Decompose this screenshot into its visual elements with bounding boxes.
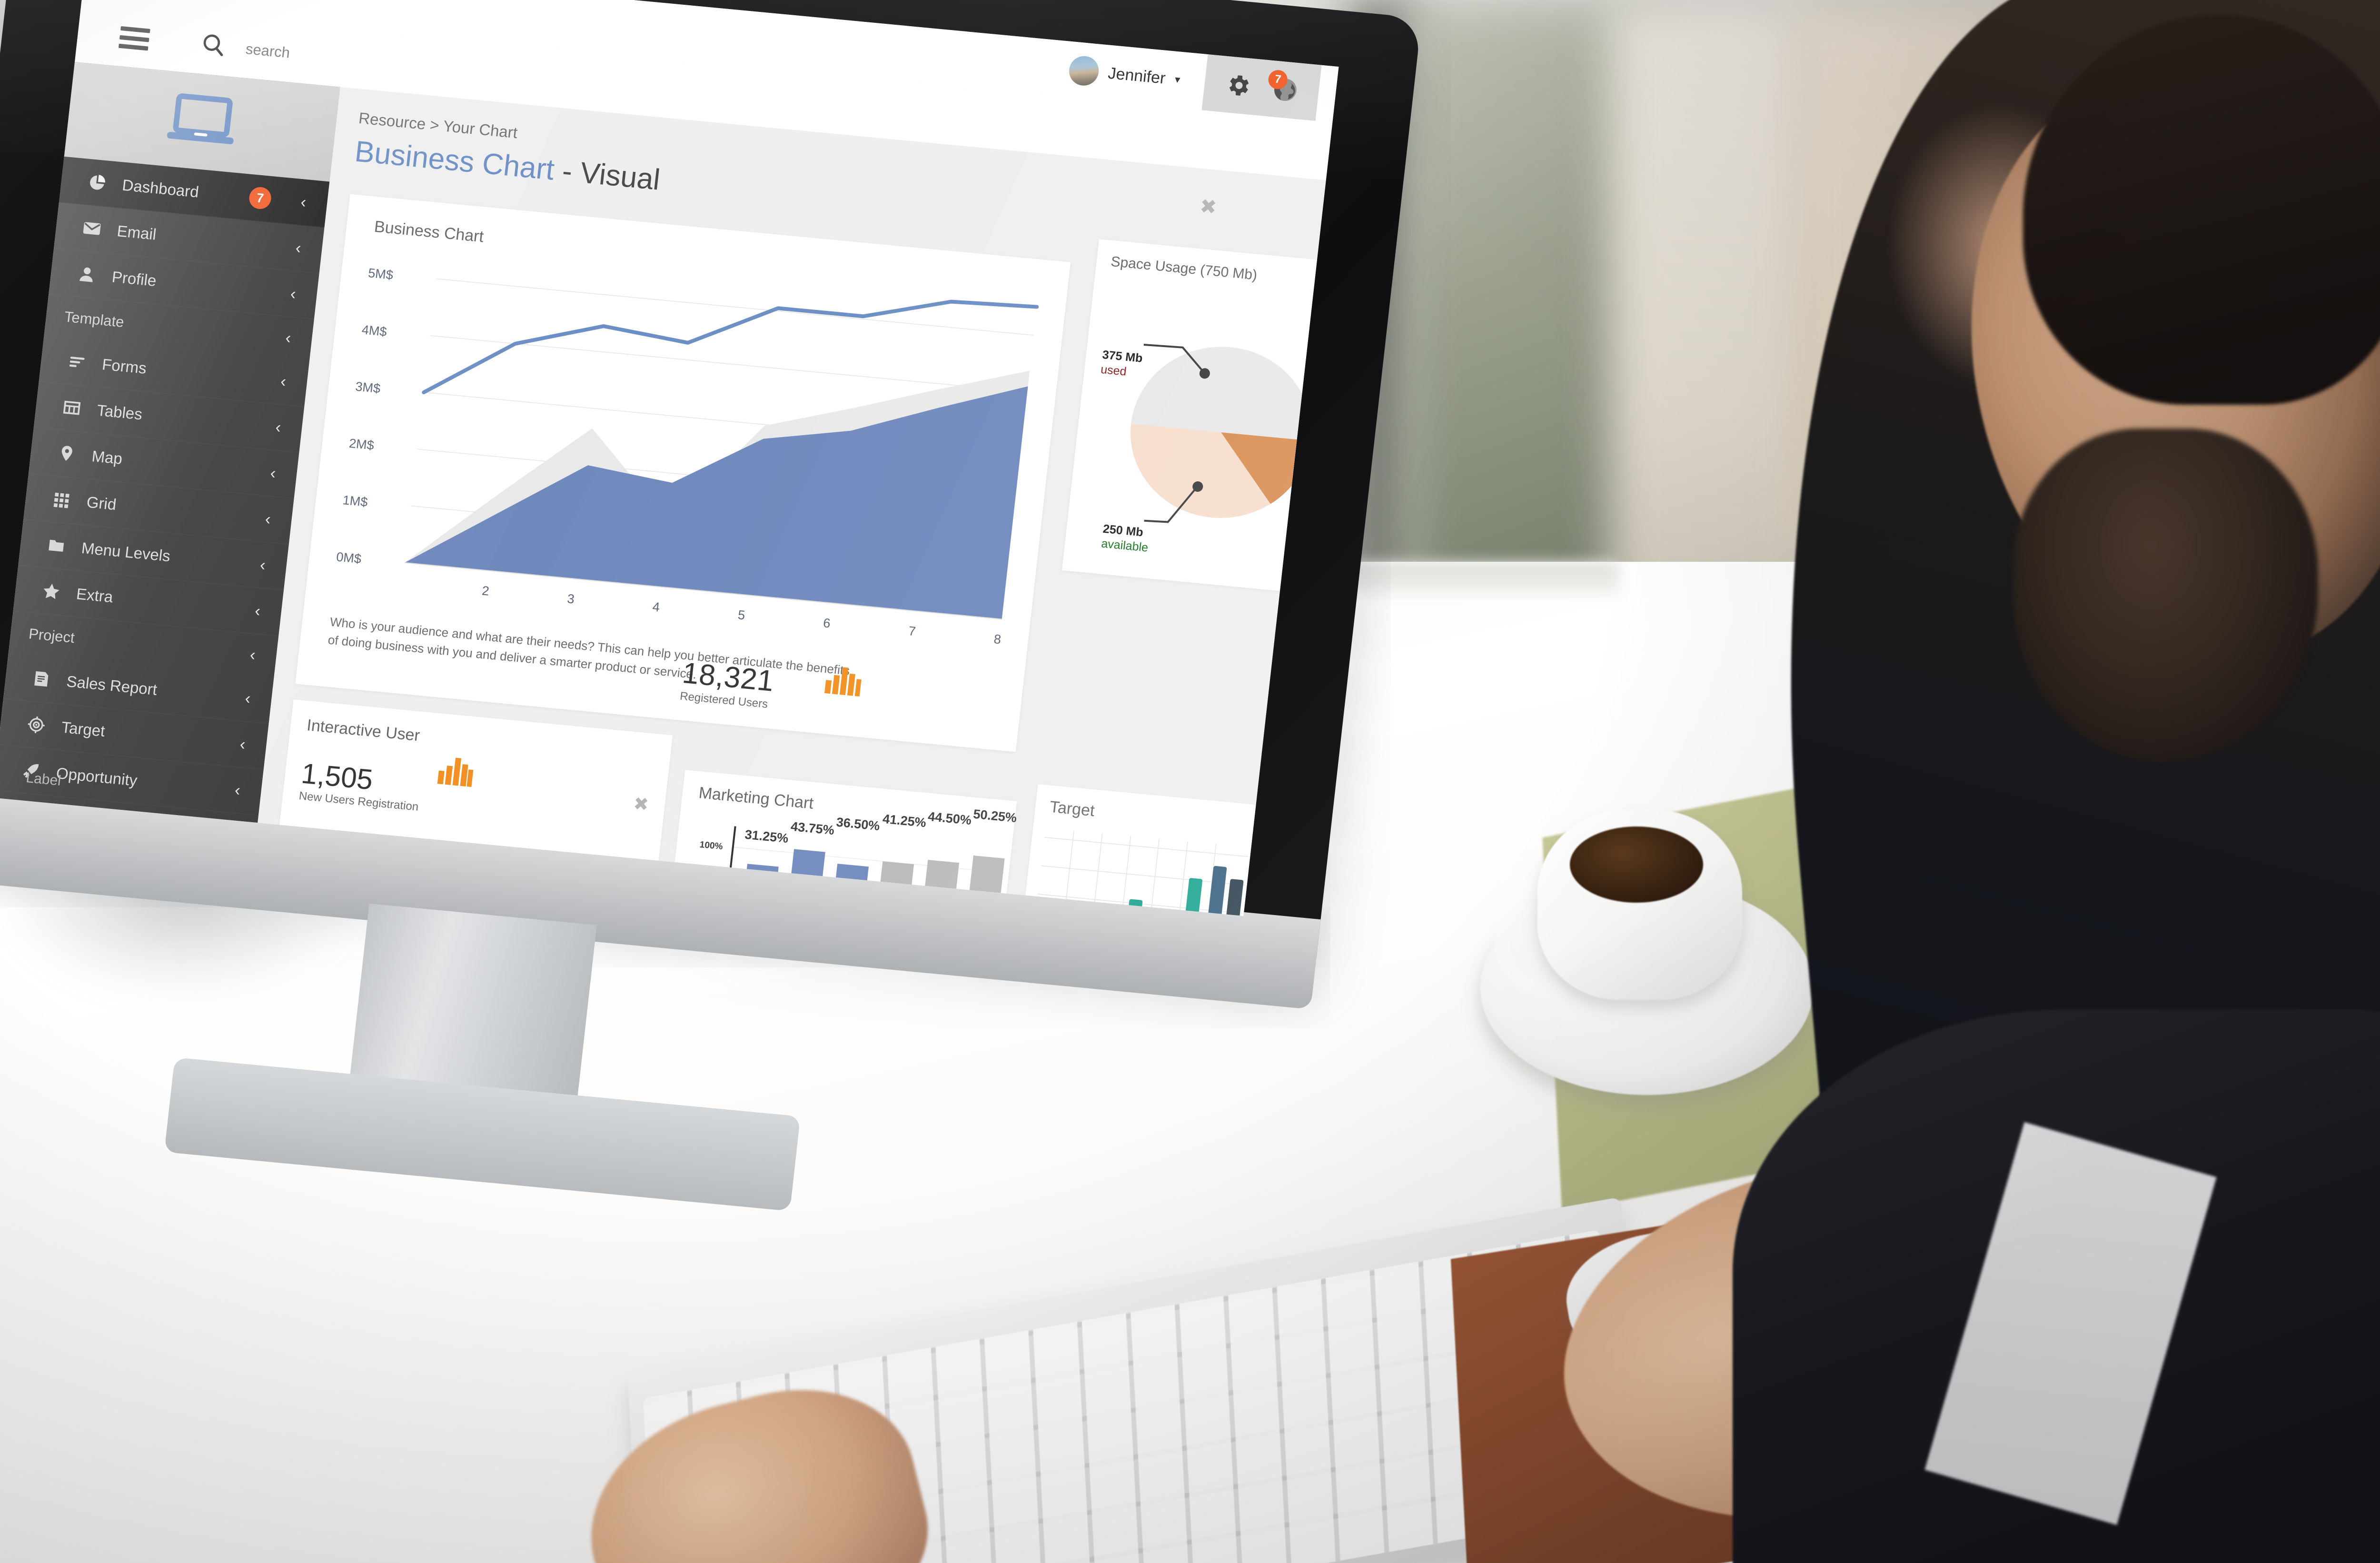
main-content: Resource > Your Chart Business Chart - V…	[256, 87, 1326, 916]
registered-users-stat: 18,321 Registered Users	[679, 656, 776, 712]
chevron-left-icon[interactable]: ‹	[249, 646, 257, 665]
close-x-icon[interactable]: ✖	[1199, 194, 1218, 219]
target-crosshair-icon	[24, 714, 48, 735]
dashboard-application: Jennifer ▾ 7 search Dashboard 7 ‹ Email …	[0, 0, 1339, 916]
chevron-left-icon[interactable]: ‹	[289, 284, 297, 303]
y-tick-label: 4M$	[361, 322, 388, 339]
sidebar-badge: 7	[248, 186, 273, 210]
photo-scene: Jennifer ▾ 7 search Dashboard 7 ‹ Email …	[0, 0, 2380, 1563]
y-tick-label: 2M$	[348, 436, 375, 453]
y-tick-label: 0M$	[335, 549, 362, 567]
avatar	[1067, 55, 1101, 87]
new-users-stat: 1,505 New Users Registration	[298, 757, 423, 814]
sidebar-item-label: Target	[60, 718, 106, 740]
chevron-left-icon[interactable]: ‹	[259, 556, 267, 575]
chevron-left-icon[interactable]: ‹	[254, 601, 262, 620]
sidebar-item-label: Grid	[86, 493, 118, 514]
folder-icon	[44, 535, 68, 556]
sidebar-item-label: Profile	[111, 268, 158, 290]
space-available-annotation: 250 Mb available	[1101, 522, 1150, 556]
sidebar-item-label: Menu Levels	[80, 538, 171, 565]
chevron-left-icon[interactable]: ‹	[275, 418, 282, 437]
background-pillar	[1609, 0, 1809, 619]
burger-line	[118, 43, 149, 51]
y-tick-label: 3M$	[355, 379, 381, 396]
close-x-icon[interactable]: ✖	[632, 793, 650, 816]
chevron-left-icon[interactable]: ‹	[279, 372, 288, 391]
imac-monitor: Jennifer ▾ 7 search Dashboard 7 ‹ Email …	[0, 0, 1478, 1211]
page-title-rest: - Visual	[552, 154, 662, 197]
y-tick-label: 100%	[699, 839, 724, 852]
user-name: Jennifer	[1107, 64, 1167, 88]
star-icon	[39, 580, 63, 602]
orange-bar-chart-icon	[436, 755, 475, 790]
space-used-state: used	[1100, 363, 1127, 379]
coffee-liquid	[1570, 826, 1703, 903]
search-icon[interactable]	[198, 30, 228, 61]
gear-icon[interactable]	[1223, 71, 1253, 100]
pie-chart-icon	[85, 172, 109, 193]
target-bar-7	[1223, 879, 1244, 916]
sidebar-group-label: Project	[28, 625, 76, 647]
space-used-annotation: 375 Mb used	[1100, 348, 1143, 381]
monitor-screen: Jennifer ▾ 7 search Dashboard 7 ‹ Email …	[0, 0, 1339, 916]
document-icon	[30, 668, 53, 689]
chevron-left-icon[interactable]: ‹	[239, 735, 247, 754]
sidebar-item-label: Extra	[75, 585, 114, 606]
target-bar-5	[1183, 878, 1203, 916]
sidebar-item-label: Forms	[101, 355, 148, 377]
space-usage-pie-svg	[1130, 344, 1312, 523]
target-card: Target	[1017, 784, 1256, 916]
chevron-left-icon[interactable]: ‹	[285, 329, 292, 348]
laptop-logo-icon	[163, 90, 241, 153]
globe-icon[interactable]: 7	[1267, 69, 1300, 104]
burger-line	[120, 26, 150, 33]
chevron-left-icon[interactable]: ‹	[269, 464, 277, 483]
sidebar-item-label: Dashboard	[121, 176, 200, 201]
form-lines-icon	[65, 351, 89, 372]
top-bar-icons: 7	[1201, 54, 1322, 121]
map-pin-icon	[55, 443, 79, 464]
card-title: Space Usage (750 Mb)	[1110, 253, 1258, 283]
sidebar-item-label: Map	[90, 447, 123, 468]
space-usage-card: Space Usage (750 Mb) 375 Mb used 250 Mb …	[1061, 239, 1317, 591]
person-beard	[2013, 428, 2318, 762]
sidebar-item-label: Email	[116, 222, 158, 243]
chevron-left-icon[interactable]: ‹	[264, 510, 272, 529]
y-tick-label: 5M$	[367, 266, 394, 282]
y-tick-label: 1M$	[342, 493, 368, 509]
chevron-down-icon: ▾	[1174, 73, 1181, 86]
card-title: Interactive User	[306, 716, 421, 745]
hamburger-menu-icon[interactable]	[118, 26, 150, 51]
table-grid-icon	[60, 398, 84, 418]
business-chart-card: Business Chart 5M$ 4M$ 3M$ 2M$ 1M$ 0M$ 2…	[295, 194, 1071, 752]
burger-line	[119, 35, 149, 42]
chevron-left-icon[interactable]: ‹	[244, 689, 252, 708]
blue-area-series	[405, 386, 1028, 619]
sidebar-item-label: Sales Report	[65, 672, 158, 698]
chevron-left-icon[interactable]: ‹	[295, 239, 302, 258]
grid-squares-icon	[50, 489, 73, 510]
user-icon	[75, 264, 99, 285]
envelope-icon	[80, 218, 104, 239]
chevron-left-icon[interactable]: ‹	[300, 193, 307, 212]
orange-bar-chart-icon	[823, 664, 863, 700]
sidebar-group-label: Template	[63, 308, 125, 331]
sidebar-item-label: Tables	[96, 401, 143, 423]
